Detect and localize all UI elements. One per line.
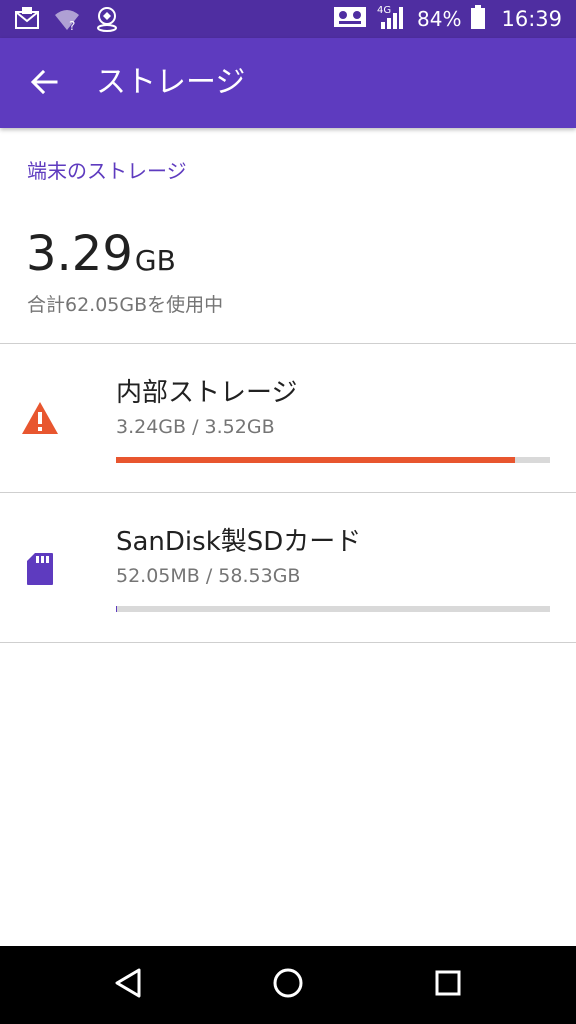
storage-item-summary: 3.24GB / 3.52GB xyxy=(116,416,275,438)
total-used-value: 3.29 xyxy=(26,226,133,282)
storage-item-internal[interactable]: 内部ストレージ 3.24GB / 3.52GB xyxy=(0,344,576,492)
battery-icon xyxy=(471,5,486,33)
clock: 16:39 xyxy=(501,7,562,31)
navigation-bar xyxy=(0,946,576,1024)
status-bar: ? 4G 84% 16:39 xyxy=(0,0,576,38)
network-type-label: 4G xyxy=(377,5,391,16)
section-header: 端末のストレージ xyxy=(27,159,187,183)
total-used: 3.29GB xyxy=(26,226,176,282)
signal-icon: 4G xyxy=(377,4,407,34)
home-circle-icon xyxy=(272,967,304,1003)
recents-square-icon xyxy=(434,969,462,1001)
storage-item-sd-card[interactable]: SanDisk製SDカード 52.05MB / 58.53GB xyxy=(0,493,576,641)
back-button[interactable] xyxy=(20,60,68,108)
storage-item-summary: 52.05MB / 58.53GB xyxy=(116,565,301,587)
location-notification-icon xyxy=(94,6,120,36)
warning-icon xyxy=(20,398,60,438)
divider xyxy=(0,642,576,643)
voicemail-icon xyxy=(333,5,367,33)
system-icons: 4G 84% 16:39 xyxy=(333,0,562,38)
battery-percent: 84% xyxy=(417,7,462,31)
nav-back-button[interactable] xyxy=(103,960,153,1010)
arrow-back-icon xyxy=(29,67,59,101)
app-bar: ストレージ xyxy=(0,38,576,128)
page-title: ストレージ xyxy=(96,65,246,100)
nav-recents-button[interactable] xyxy=(423,960,473,1010)
notification-icons: ? xyxy=(14,6,120,36)
storage-item-title: 内部ストレージ xyxy=(116,378,298,408)
storage-usage-fill xyxy=(116,457,516,463)
mail-notification-icon xyxy=(14,6,40,36)
sd-card-icon xyxy=(20,549,60,589)
wifi-unknown-icon: ? xyxy=(54,6,80,36)
storage-usage-bar xyxy=(116,457,550,463)
total-caption: 合計62.05GBを使用中 xyxy=(27,294,224,316)
storage-item-title: SanDisk製SDカード xyxy=(116,527,362,557)
back-triangle-icon xyxy=(113,967,143,1003)
storage-usage-bar xyxy=(116,606,550,612)
svg-text:?: ? xyxy=(69,19,75,32)
nav-home-button[interactable] xyxy=(263,960,313,1010)
total-used-unit: GB xyxy=(134,244,176,277)
